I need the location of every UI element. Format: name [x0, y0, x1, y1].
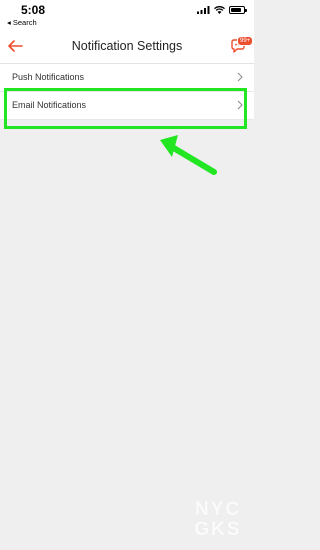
back-to-app-link[interactable]: ◂ Search: [7, 18, 37, 27]
battery-icon: [229, 6, 247, 14]
push-notifications-label: Push Notifications: [12, 72, 85, 82]
watermark-line-2: GKS: [194, 519, 242, 540]
highlight-box: [4, 88, 247, 129]
page-title: Notification Settings: [71, 39, 183, 53]
system-icons: [197, 6, 247, 14]
annotation-arrow-icon: [160, 135, 217, 175]
status-bar: 5:08 ◂ Search: [0, 0, 254, 30]
status-time: 5:08: [21, 3, 46, 17]
battery-level-fill: [231, 8, 241, 12]
watermark: NYC GKS: [194, 500, 242, 540]
signal-icon: [197, 6, 210, 14]
watermark-line-1: NYC: [194, 499, 242, 520]
wifi-icon: [214, 6, 225, 14]
header-bar: Notification Settings 99+: [0, 30, 254, 64]
notification-count-badge: 99+: [237, 36, 254, 46]
chevron-right-icon: [237, 72, 243, 82]
